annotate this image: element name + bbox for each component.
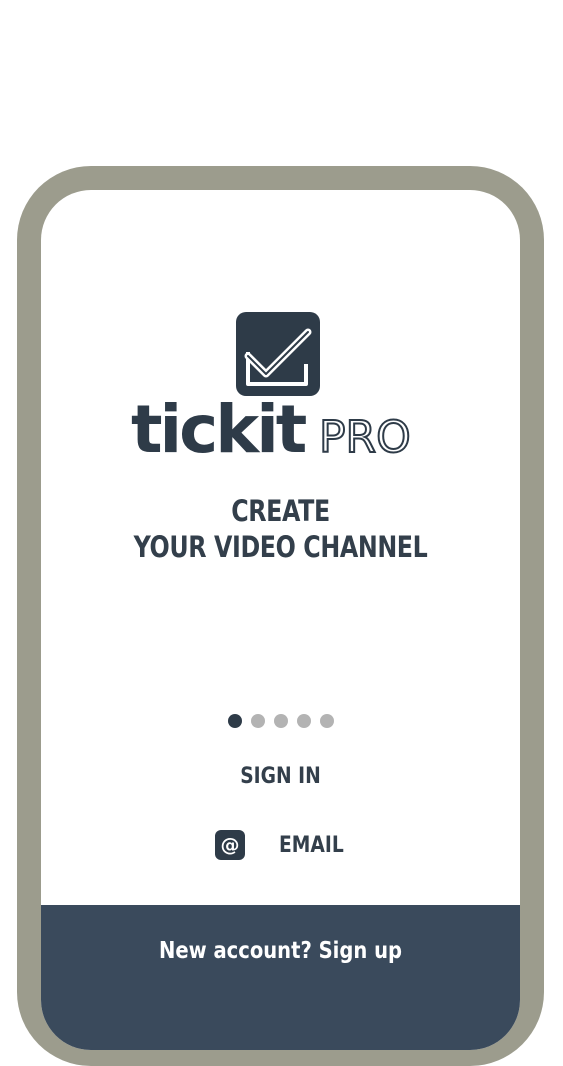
phone-screen: tickit PRO CREATE YOUR VIDEO CHANNEL SIG… (41, 190, 520, 1050)
page-dot-3[interactable] (273, 714, 288, 728)
headline-line-2: YOUR VIDEO CHANNEL (133, 530, 428, 564)
email-sign-in-label: EMAIL (279, 832, 344, 858)
brand-main-text: tickit (131, 391, 307, 468)
page-indicator (41, 714, 520, 728)
email-sign-in-button[interactable]: @ EMAIL (215, 830, 355, 860)
at-sign-icon: @ (215, 830, 245, 860)
page-dot-1[interactable] (227, 714, 242, 728)
page-dot-2[interactable] (250, 714, 265, 728)
sign-in-heading: SIGN IN (240, 764, 321, 789)
phone-frame: tickit PRO CREATE YOUR VIDEO CHANNEL SIG… (17, 166, 544, 1066)
headline-line-1: CREATE (231, 494, 330, 528)
page-dot-4[interactable] (296, 714, 311, 728)
brand-suffix-text: PRO (319, 412, 411, 463)
signup-link[interactable]: New account? Sign up (77, 938, 484, 964)
checkbox-check-icon (236, 312, 320, 396)
page-dot-5[interactable] (319, 714, 334, 728)
brand-wordmark: tickit PRO (131, 391, 412, 468)
signup-bar[interactable]: New account? Sign up (41, 905, 520, 1050)
